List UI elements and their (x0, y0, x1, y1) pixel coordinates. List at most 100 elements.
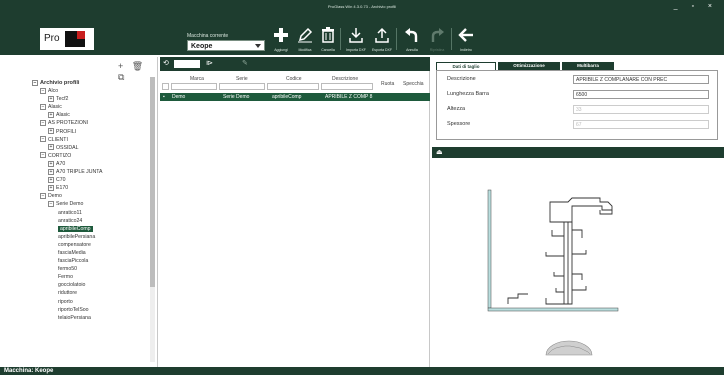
add-label: Aggiungi (274, 48, 288, 52)
tree-node[interactable]: telaioPersiana (32, 314, 150, 322)
expand-icon[interactable]: + (48, 95, 54, 102)
profile-tree-panel: + 🗑 ⧉ − Archivio profili − Alco + Tecf2− Alasi… (28, 57, 158, 367)
tab-multibarra[interactable]: Multibarra (562, 62, 614, 70)
col-descrizione[interactable]: Descrizione (332, 76, 358, 82)
export-dxf-button[interactable]: Esporta DXF (369, 25, 395, 55)
tree-node[interactable]: + E170 (32, 184, 150, 192)
expand-icon[interactable]: + (48, 128, 54, 135)
undo-button[interactable]: Annulla (399, 25, 425, 55)
tree-node[interactable]: + Tecf2 (32, 95, 150, 103)
tree-node[interactable]: riportoTelSoo (32, 306, 150, 314)
tree-node-label: riportoTelSoo (58, 306, 89, 313)
tree-node[interactable]: + Alasic (32, 111, 150, 119)
row-checkbox[interactable]: ▪ (163, 93, 165, 101)
collapse-icon[interactable]: − (40, 152, 46, 159)
tree-node[interactable]: anratico11 (32, 209, 150, 217)
expand-icon[interactable]: + (48, 160, 54, 167)
status-bar: Macchina: Keope (0, 367, 724, 375)
expand-icon[interactable]: + (48, 144, 54, 151)
scrollbar-thumb[interactable] (150, 77, 155, 287)
descrizione-field[interactable]: APRIBILE Z COMPLANARE CON PREC (573, 75, 709, 84)
tree-node[interactable]: + PROFILI (32, 128, 150, 136)
collapse-icon[interactable]: − (40, 87, 46, 94)
tree-node[interactable]: Fermo (32, 273, 150, 281)
refresh-icon[interactable]: ⟲ (163, 59, 169, 67)
collapse-icon[interactable]: − (40, 103, 46, 110)
filter-serie[interactable] (219, 83, 265, 90)
col-codice[interactable]: Codice (286, 76, 302, 82)
tab-dati-di-taglio[interactable]: Dati di taglio (436, 62, 496, 70)
collapse-icon[interactable]: − (48, 201, 54, 208)
tree-node[interactable]: compensatore (32, 241, 150, 249)
grid-header: Marca Serie Codice Descrizione Ruota Spe… (160, 74, 430, 92)
expand-icon[interactable]: + (48, 112, 54, 118)
add-button[interactable]: Aggiungi (268, 25, 294, 55)
col-marca[interactable]: Marca (190, 76, 204, 82)
back-button[interactable]: Indietro (453, 25, 479, 55)
table-row[interactable]: ▪ Demo Serie Demo apribileComp APRIBILE … (160, 93, 430, 101)
machine-value: Keope (191, 43, 213, 50)
ribbon-divider (340, 28, 341, 50)
expand-icon[interactable]: + (48, 184, 54, 191)
altezza-field[interactable]: 33 (573, 105, 709, 114)
tree-node[interactable]: fasciaMedia (32, 249, 150, 257)
tree-node[interactable]: riduttore (32, 289, 150, 297)
collapse-icon[interactable]: − (40, 120, 46, 127)
back-icon (458, 28, 473, 42)
tree-node[interactable]: + A70 TRIPLE JUNTA (32, 168, 150, 176)
tree-scrollbar[interactable] (150, 77, 155, 362)
filter-checkbox[interactable] (162, 83, 169, 90)
tree-node[interactable]: − CLIENTI (32, 136, 150, 144)
tree-root[interactable]: − Archivio profili (32, 79, 150, 87)
profile-tree: − Archivio profili − Alco + Tecf2− Alasic + Alas… (32, 79, 150, 322)
filter-marca[interactable] (171, 83, 217, 90)
logo-mark-icon (65, 31, 85, 47)
tree-node-label: fermo50 (58, 266, 78, 273)
redo-button[interactable]: Ripristina (424, 25, 450, 55)
expand-icon[interactable]: + (48, 168, 54, 175)
back-label: Indietro (460, 48, 472, 52)
col-specchia[interactable]: Specchia (403, 81, 424, 87)
tree-node[interactable]: + C70 (32, 176, 150, 184)
col-serie[interactable]: Serie (236, 76, 248, 82)
chevron-down-icon (255, 44, 261, 48)
tree-node[interactable]: − CORTIZO (32, 152, 150, 160)
lunghezza-barra-field[interactable]: 6500 (573, 90, 709, 99)
import-dxf-button[interactable]: Importa DXF (343, 25, 369, 55)
tree-node[interactable]: riporto (32, 298, 150, 306)
tree-node[interactable]: − Serie Demo (32, 200, 150, 208)
col-ruota[interactable]: Ruota (381, 81, 394, 87)
edit-icon (298, 27, 313, 43)
tree-node[interactable]: − Alco (32, 87, 150, 95)
tree-node-label: Alasic (56, 112, 70, 119)
tree-node[interactable]: fasciaPiccola (32, 257, 150, 265)
tree-node[interactable]: + OSSIDAL (32, 144, 150, 152)
collapse-icon[interactable]: − (40, 192, 46, 199)
window-controls[interactable]: _ ▫ × (674, 3, 718, 10)
delete-button[interactable]: Cancella (315, 25, 341, 55)
tree-node[interactable]: apribilePersiana (32, 233, 150, 241)
tree-node[interactable]: anratico24 (32, 217, 150, 225)
collapse-icon[interactable]: − (40, 136, 46, 143)
tree-node[interactable]: − Alasic (32, 103, 150, 111)
spessore-field[interactable]: 67 (573, 120, 709, 129)
machine-select[interactable]: Keope (187, 40, 265, 51)
tab-ottimizzazione[interactable]: Ottimizzazione (498, 62, 560, 70)
tree-node-label: Demo (48, 193, 62, 200)
tree-node[interactable]: − AS PROTEZIONI (32, 119, 150, 127)
filter-icon[interactable]: ⧐ (206, 59, 213, 67)
grid-search-input[interactable] (174, 60, 200, 68)
filter-descrizione[interactable] (321, 83, 373, 90)
import-dxf-label: Importa DXF (346, 48, 366, 52)
collapse-icon[interactable]: − (32, 79, 38, 86)
expand-icon[interactable]: + (48, 176, 54, 183)
tree-node[interactable]: − Demo (32, 192, 150, 200)
ribbon-divider (396, 28, 397, 50)
tree-node[interactable]: apribileComp (32, 225, 150, 233)
tree-node[interactable]: gocciolatoio (32, 281, 150, 289)
filter-codice[interactable] (267, 83, 319, 90)
tree-node[interactable]: + A70 (32, 160, 150, 168)
eraser-icon[interactable]: ⏏ (436, 148, 443, 156)
tree-node[interactable]: fermo50 (32, 265, 150, 273)
pencil-icon[interactable]: ✎ (242, 59, 248, 67)
